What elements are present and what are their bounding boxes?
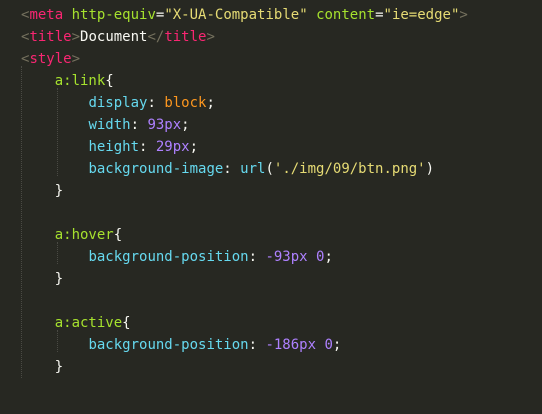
code-token: 93px: [147, 117, 182, 133]
code-token: ;: [332, 337, 342, 353]
code-token: ;: [206, 95, 215, 111]
code-token: "ie=edge": [383, 7, 460, 23]
code-token: (: [265, 161, 274, 177]
code-token: a:active: [54, 315, 123, 331]
code-token: ): [425, 161, 435, 177]
code-token: :: [248, 249, 266, 265]
code-line[interactable]: <style>: [21, 48, 80, 70]
code-token: >: [206, 29, 215, 45]
code-line[interactable]: background-position: -186px 0;: [21, 334, 341, 356]
code-token: style: [29, 51, 72, 67]
code-line[interactable]: height: 29px;: [21, 136, 198, 158]
code-token: block: [164, 95, 207, 111]
code-token: Document: [80, 29, 148, 45]
code-token: ;: [189, 139, 199, 155]
code-line[interactable]: a:active{: [21, 312, 131, 334]
code-token: a:link: [54, 73, 106, 89]
code-token: http-equiv: [71, 7, 156, 23]
code-token: "X-UA-Compatible": [164, 7, 308, 23]
code-token: </: [147, 29, 165, 45]
code-line[interactable]: display: block;: [21, 92, 215, 114]
code-editor[interactable]: <meta http-equiv="X-UA-Compatible" conte…: [0, 0, 542, 414]
code-token: }: [54, 271, 64, 287]
code-token: >: [71, 29, 81, 45]
code-token: >: [459, 7, 468, 23]
code-line[interactable]: }: [21, 180, 63, 202]
code-line[interactable]: }: [21, 268, 63, 290]
code-token: {: [113, 227, 123, 243]
code-token: 29px: [155, 139, 190, 155]
code-line[interactable]: a:hover{: [21, 224, 122, 246]
code-line[interactable]: width: 93px;: [21, 114, 190, 136]
code-token: -186px 0: [265, 337, 333, 353]
code-token: ;: [181, 117, 190, 133]
code-token: display: [88, 95, 148, 111]
code-token: './img/09/btn.png': [273, 161, 426, 177]
code-token: background-position: [88, 249, 249, 265]
code-line[interactable]: background-image: url('./img/09/btn.png'…: [21, 158, 434, 180]
code-token: url: [240, 161, 266, 177]
code-line[interactable]: background-position: -93px 0;: [21, 246, 333, 268]
code-token: >: [71, 51, 81, 67]
code-token: meta: [29, 7, 64, 23]
code-line[interactable]: <title>Document</title>: [21, 26, 215, 48]
code-token: :: [147, 95, 165, 111]
code-line[interactable]: }: [21, 356, 63, 378]
code-token: :: [223, 161, 241, 177]
code-token: height: [88, 139, 140, 155]
code-line[interactable]: a:link{: [21, 70, 114, 92]
code-token: a:hover: [54, 227, 114, 243]
code-token: title: [29, 29, 72, 45]
code-line[interactable]: <meta http-equiv="X-UA-Compatible" conte…: [21, 4, 468, 26]
code-token: content: [316, 7, 376, 23]
code-token: {: [122, 315, 131, 331]
code-token: background-image: [88, 161, 224, 177]
code-token: width: [88, 117, 131, 133]
code-token: title: [164, 29, 207, 45]
code-token: =: [375, 7, 384, 23]
code-token: -93px 0: [265, 249, 325, 265]
code-token: :: [248, 337, 266, 353]
code-token: ;: [324, 249, 333, 265]
code-token: :: [139, 139, 156, 155]
code-token: :: [130, 117, 148, 133]
code-token: }: [54, 183, 64, 199]
code-token: {: [105, 73, 114, 89]
code-token: background-position: [88, 337, 249, 353]
code-token: }: [54, 359, 64, 375]
